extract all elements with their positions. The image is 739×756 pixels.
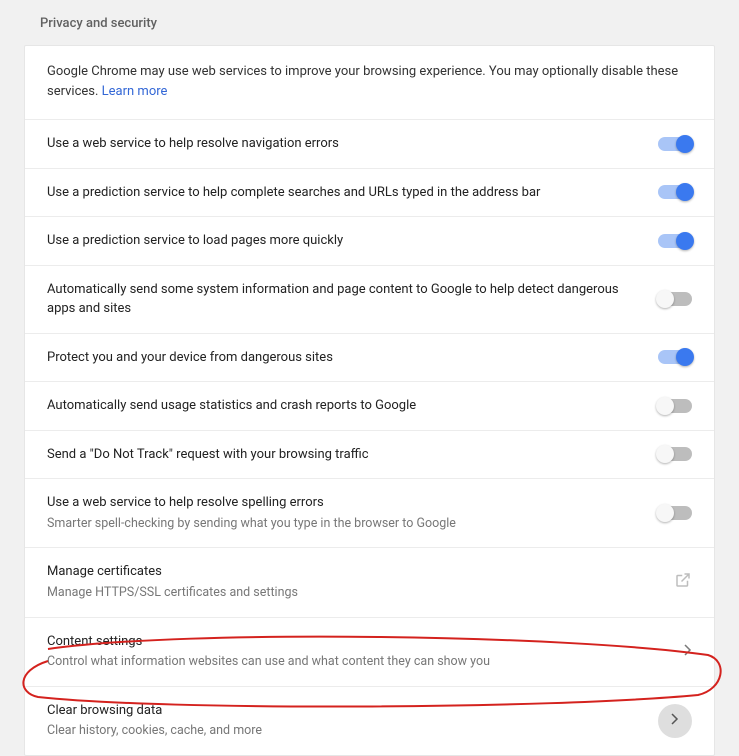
row-sublabel: Clear history, cookies, cache, and more [47, 722, 634, 741]
row-label: Use a web service to help resolve naviga… [47, 134, 634, 154]
row-label: Automatically send some system informati… [47, 280, 634, 319]
row-clear-browsing-data[interactable]: Clear browsing data Clear history, cooki… [25, 687, 714, 755]
row-prediction-search: Use a prediction service to help complet… [25, 169, 714, 218]
row-label: Use a prediction service to load pages m… [47, 231, 634, 251]
row-content-settings[interactable]: Content settings Control what informatio… [25, 618, 714, 687]
row-label: Use a prediction service to help complet… [47, 183, 634, 203]
row-prediction-pages: Use a prediction service to load pages m… [25, 217, 714, 266]
toggle-prediction-search[interactable] [658, 185, 692, 199]
row-do-not-track: Send a "Do Not Track" request with your … [25, 431, 714, 480]
toggle-protect-device[interactable] [658, 350, 692, 364]
row-label: Clear browsing data [47, 701, 634, 721]
row-safe-browsing-reports: Automatically send some system informati… [25, 266, 714, 334]
toggle-usage-stats[interactable] [658, 399, 692, 413]
toggle-spelling[interactable] [658, 506, 692, 520]
toggle-safe-browsing-reports[interactable] [658, 292, 692, 306]
toggle-navigation-errors[interactable] [658, 137, 692, 151]
row-sublabel: Smarter spell-checking by sending what y… [47, 515, 634, 534]
row-label: Protect you and your device from dangero… [47, 348, 634, 368]
row-protect-device: Protect you and your device from dangero… [25, 334, 714, 383]
row-sublabel: Control what information websites can us… [47, 653, 660, 672]
row-label: Send a "Do Not Track" request with your … [47, 445, 634, 465]
row-usage-stats: Automatically send usage statistics and … [25, 382, 714, 431]
row-navigation-errors: Use a web service to help resolve naviga… [25, 120, 714, 169]
section-title: Privacy and security [0, 0, 739, 45]
chevron-right-icon [684, 644, 692, 660]
intro-text: Google Chrome may use web services to im… [25, 46, 714, 120]
clear-browsing-data-button[interactable] [658, 704, 692, 738]
row-label: Automatically send usage statistics and … [47, 396, 634, 416]
settings-card: Google Chrome may use web services to im… [24, 45, 715, 756]
row-manage-certificates[interactable]: Manage certificates Manage HTTPS/SSL cer… [25, 548, 714, 617]
row-spelling: Use a web service to help resolve spelli… [25, 479, 714, 548]
row-label: Content settings [47, 632, 660, 652]
toggle-prediction-pages[interactable] [658, 234, 692, 248]
external-link-icon [674, 571, 692, 593]
row-label: Use a web service to help resolve spelli… [47, 493, 634, 513]
toggle-do-not-track[interactable] [658, 447, 692, 461]
learn-more-link[interactable]: Learn more [102, 84, 168, 99]
row-sublabel: Manage HTTPS/SSL certificates and settin… [47, 584, 650, 603]
row-label: Manage certificates [47, 562, 650, 582]
chevron-right-icon [671, 713, 679, 729]
